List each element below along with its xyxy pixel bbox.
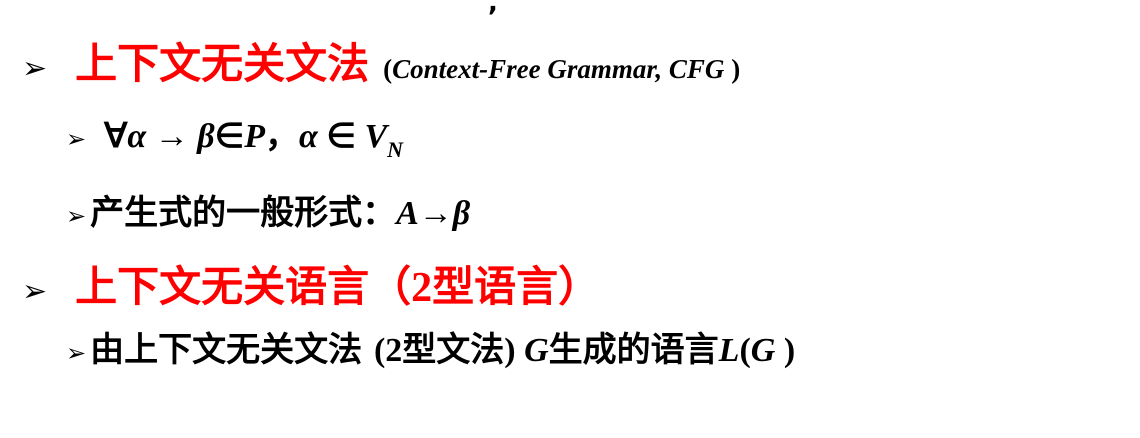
production-form-label: 产生式的一般形式： [90, 193, 397, 233]
top-mark: , [488, 0, 498, 18]
slide: , ➢ 上下文无关文法 (Context-Free Grammar, CFG )… [0, 0, 1140, 438]
cfg-english-name: (Context-Free Grammar, CFG ) [383, 54, 741, 84]
item-cfg: ➢ 上下文无关文法 (Context-Free Grammar, CFG ) [22, 30, 740, 91]
cfg-production-form: ➢ 产生式的一般形式： A→β [66, 185, 470, 234]
bullet-arrow-icon: ➢ [22, 51, 48, 86]
cfl-definition-text: 由上下文无关文法 (2型文法) G生成的语言L(G ) [90, 330, 796, 370]
bullet-arrow-icon: ➢ [66, 202, 87, 230]
item-cfl: ➢ 上下文无关语言（2型语言） [22, 253, 600, 314]
bullet-arrow-icon: ➢ [66, 125, 87, 153]
bullet-arrow-icon: ➢ [22, 274, 48, 309]
cfg-title: 上下文无关文法 [75, 39, 370, 88]
formula: ∀α → β∈P，α ∈ VN [104, 118, 404, 162]
cfg-rule-formula: ➢ ∀α → β∈P，α ∈ VN [66, 108, 403, 163]
cfl-definition: ➢ 由上下文无关文法 (2型文法) G生成的语言L(G ) [66, 322, 795, 371]
cfl-title: 上下文无关语言（2型语言） [75, 262, 601, 311]
bullet-arrow-icon: ➢ [66, 339, 87, 367]
production-form-formula: A→β [396, 195, 471, 232]
